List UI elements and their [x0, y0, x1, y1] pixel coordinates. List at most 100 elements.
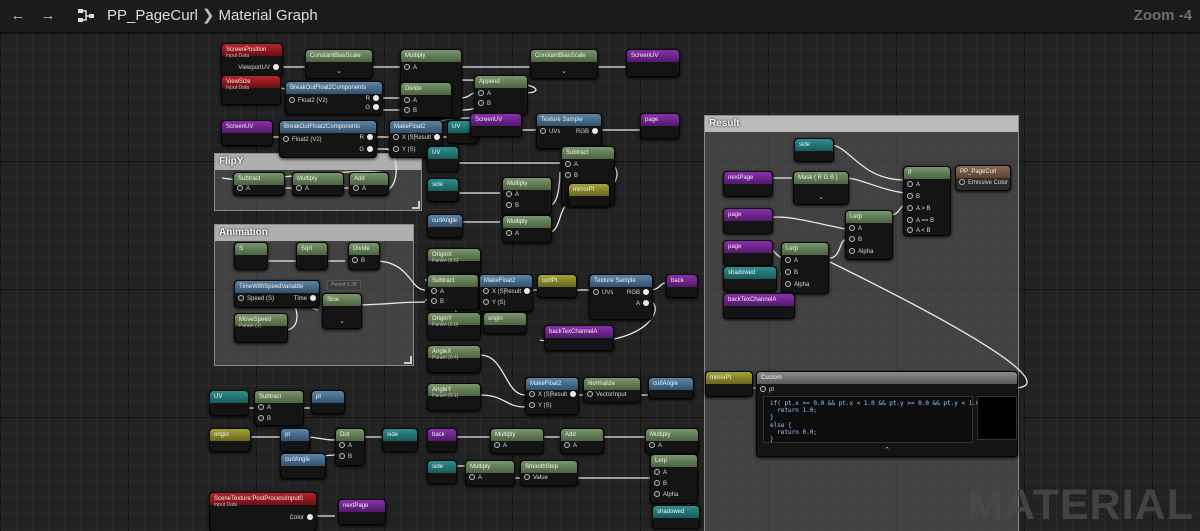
anglex-param-node[interactable]: AngleX Param (0.4): [427, 345, 481, 373]
input-pin-x[interactable]: X (S): [529, 391, 552, 399]
pt-named-reroute[interactable]: pt: [311, 390, 345, 414]
custom-node[interactable]: Custom pt if( pt.x >= 0.0 && pt.x < 1.0 …: [756, 371, 1018, 457]
originx-param-node[interactable]: OriginX Param (0.5): [427, 248, 481, 276]
originy-param-node[interactable]: OriginY Param (0.0): [427, 312, 481, 340]
input-pin-a[interactable]: A: [469, 474, 482, 482]
pp-pagecurl-output-node[interactable]: PP_PageCurl Emissive Color: [955, 165, 1011, 191]
mirrorpt-reroute[interactable]: mirrorPt: [568, 183, 610, 207]
chevron-down-icon[interactable]: ⌄: [323, 318, 361, 325]
input-pin-alpha[interactable]: Alpha: [849, 248, 873, 256]
chevron-down-icon[interactable]: ⌄: [794, 194, 848, 201]
mirrorpt-variable-node[interactable]: mirrorPt: [705, 371, 753, 397]
smoothstep-node[interactable]: SmoothStep Value: [520, 460, 578, 486]
output-pin-r[interactable]: R: [360, 134, 373, 142]
output-pin-result[interactable]: Result: [414, 134, 440, 142]
input-pin-b[interactable]: B: [849, 236, 862, 244]
curlangle-variable-node[interactable]: curlAngle: [280, 453, 326, 479]
break-out-float2-node[interactable]: BreakOutFloat2Components Float2 (V2) R G: [279, 120, 377, 158]
nextpage-named-reroute[interactable]: nextPage: [338, 499, 386, 525]
input-pin-a[interactable]: A: [654, 469, 667, 477]
page-named-reroute[interactable]: page: [640, 113, 680, 139]
makefloat2-node[interactable]: MakeFloat2 X (S) Y (S) Result: [525, 377, 579, 415]
input-pin-a[interactable]: A: [296, 185, 309, 193]
resize-grip[interactable]: [412, 201, 420, 209]
input-pin-b[interactable]: B: [258, 415, 271, 423]
input-pin-b[interactable]: B: [654, 480, 667, 488]
side-variable-node[interactable]: side: [427, 178, 459, 202]
input-pin-a[interactable]: A: [506, 191, 519, 199]
screenuv-variable-node[interactable]: ScreenUV: [221, 120, 273, 146]
output-pin-rgb[interactable]: RGB: [627, 289, 649, 297]
input-pin-a[interactable]: A: [431, 288, 444, 296]
back-variable-node[interactable]: back: [427, 428, 457, 452]
curlpt-reroute[interactable]: curlPt: [537, 274, 577, 298]
origin-variable-node[interactable]: origin: [209, 428, 251, 452]
input-pin-alb[interactable]: A < B: [907, 227, 931, 235]
input-pin-y[interactable]: Y (S): [393, 146, 416, 154]
input-pin-a[interactable]: A: [649, 442, 662, 450]
multiply-node[interactable]: Multiply A: [645, 428, 699, 454]
curlangle-variable-node[interactable]: curlAngle: [427, 214, 463, 238]
input-pin-x[interactable]: X (S): [483, 288, 506, 296]
add-node[interactable]: Add A: [560, 428, 604, 454]
output-pin-result[interactable]: Result: [550, 391, 576, 399]
input-pin-alpha[interactable]: Alpha: [654, 491, 678, 499]
output-pin-time[interactable]: Time: [294, 295, 316, 303]
lerp-node[interactable]: Lerp A B Alpha: [781, 242, 829, 294]
texture-sample-node[interactable]: Texture Sample UVs RGB A: [589, 274, 653, 320]
add-node[interactable]: Add A: [349, 172, 389, 196]
movespeed-param-node[interactable]: MoveSpeed Param (1): [234, 313, 288, 343]
constant-bias-scale-node[interactable]: ConstantBiasScale ⌄: [305, 49, 373, 79]
side-variable-node[interactable]: side: [794, 138, 834, 162]
sine-node[interactable]: Sine ⌄: [322, 293, 362, 329]
input-pin-y[interactable]: Y (S): [529, 402, 552, 410]
time-with-speed-node[interactable]: TimeWithSpeedVariable Speed (S) Time: [234, 280, 320, 308]
input-pin-b[interactable]: B: [339, 453, 352, 461]
input-pin-speed[interactable]: Speed (S): [238, 295, 274, 303]
origin-reroute[interactable]: origin: [483, 312, 527, 334]
input-pin-b[interactable]: B: [352, 257, 365, 265]
nextpage-variable-node[interactable]: nextPage: [723, 171, 773, 197]
input-pin-a[interactable]: A: [339, 442, 352, 450]
input-pin-a[interactable]: A: [506, 230, 519, 238]
output-pin-result[interactable]: Result: [504, 288, 530, 296]
shadowed-named-reroute[interactable]: shadowed: [652, 505, 700, 529]
input-pin-uvs[interactable]: UVs: [593, 289, 613, 297]
page-variable-node[interactable]: page: [723, 208, 773, 234]
input-pin-y[interactable]: Y (S): [483, 299, 506, 307]
texture-sample-node[interactable]: Texture Sample UVs RGB: [536, 113, 602, 149]
side-variable-node[interactable]: side: [427, 460, 457, 484]
page-variable-node[interactable]: page: [723, 240, 773, 266]
input-pin[interactable]: Float2 (V2): [289, 97, 328, 105]
subtract-node[interactable]: Subtract A B: [254, 390, 304, 426]
input-pin-a[interactable]: A: [849, 225, 862, 233]
input-pin[interactable]: Float2 (V2): [283, 136, 322, 144]
output-pin-g[interactable]: G: [359, 146, 373, 154]
input-pin-b[interactable]: B: [506, 202, 519, 210]
arrow-left-icon[interactable]: ←: [6, 6, 30, 26]
input-pin-a[interactable]: A: [565, 161, 578, 169]
input-pin-a[interactable]: A: [785, 257, 798, 265]
input-pin-b[interactable]: B: [907, 193, 920, 201]
input-pin-b[interactable]: B: [785, 269, 798, 277]
divide-node[interactable]: Divide B: [348, 242, 380, 270]
side-named-reroute[interactable]: side: [382, 428, 418, 452]
append-node[interactable]: Append A B: [474, 75, 528, 115]
backtexchannela-reroute[interactable]: backTexChannelA: [544, 325, 614, 351]
input-pin-x[interactable]: X (S): [393, 134, 416, 142]
lerp-node[interactable]: Lerp A B Alpha: [650, 454, 698, 504]
chevron-down-icon[interactable]: ⌄: [306, 68, 372, 75]
input-pin-b[interactable]: B: [565, 172, 578, 180]
output-pin-color[interactable]: Color: [290, 514, 313, 522]
input-pin-a[interactable]: A: [404, 64, 417, 72]
sqrt-node[interactable]: Sqrt: [296, 242, 328, 270]
output-pin-a[interactable]: A: [636, 300, 649, 308]
input-pin-b[interactable]: B: [404, 107, 417, 115]
makefloat2-node[interactable]: MakeFloat2 X (S) Y (S) Result: [479, 274, 533, 312]
angley-param-node[interactable]: AngleY Param (0.1): [427, 383, 481, 411]
input-pin-b[interactable]: B: [478, 100, 491, 108]
subtract-node[interactable]: Subtract A: [233, 172, 285, 196]
output-pin-g[interactable]: G: [365, 104, 379, 112]
input-pin-a[interactable]: A: [404, 97, 417, 105]
output-pin-r[interactable]: R: [366, 95, 379, 103]
